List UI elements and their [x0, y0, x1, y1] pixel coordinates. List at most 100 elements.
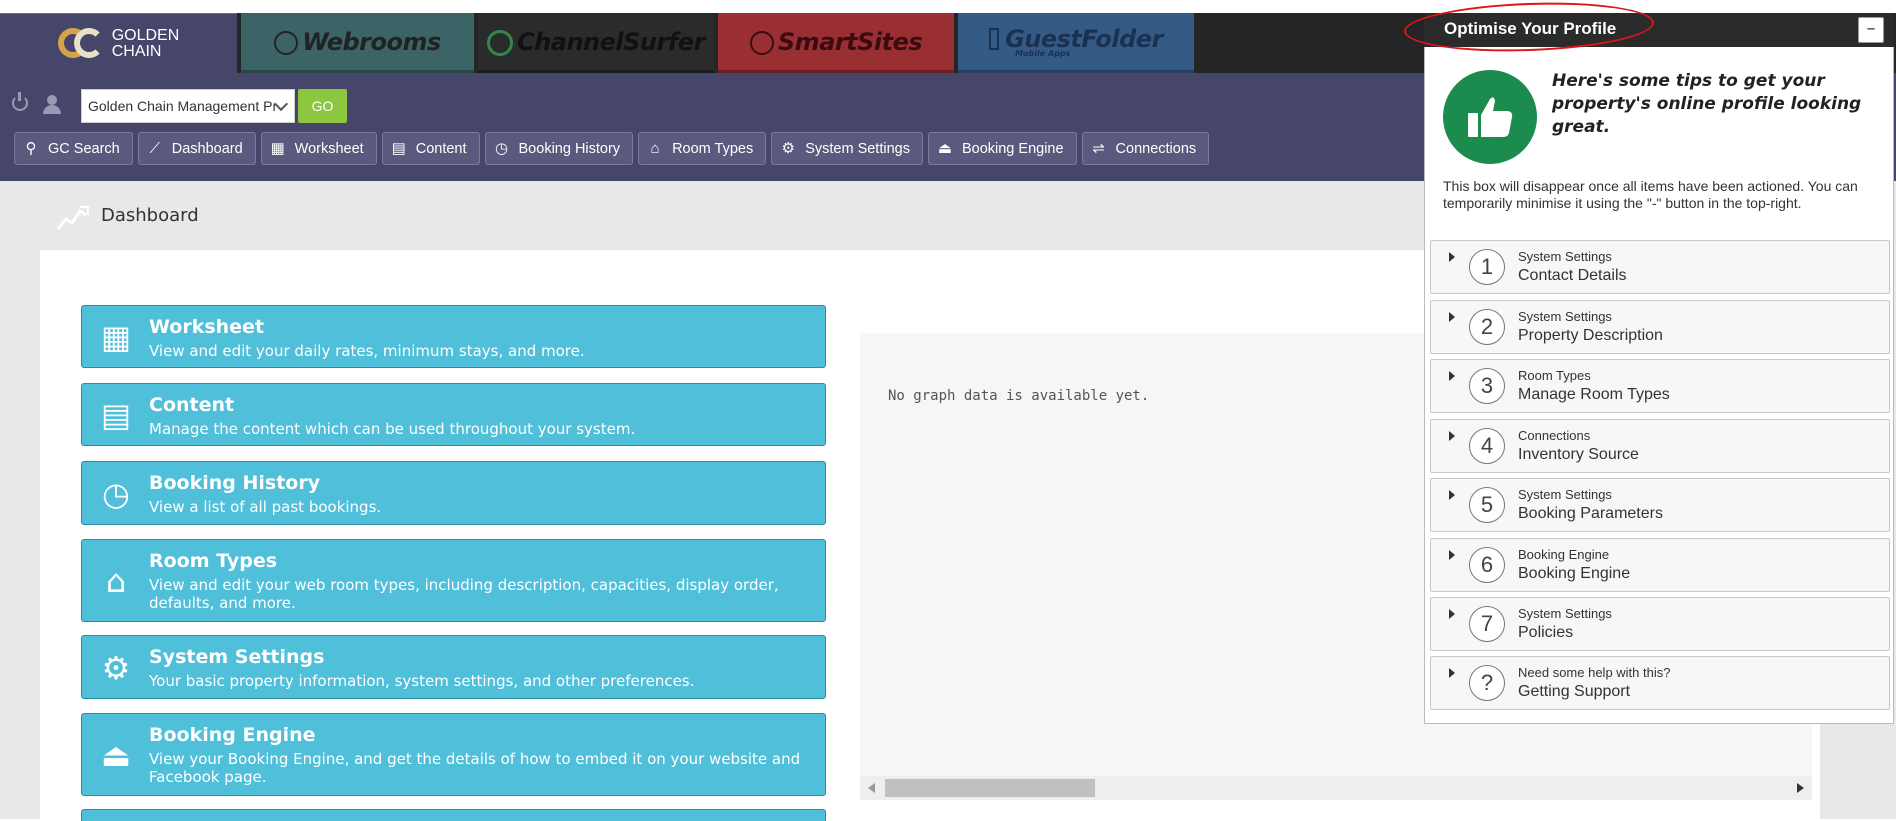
tile-title: Booking History — [149, 472, 321, 494]
product-tab-channelsurfer[interactable]: ChannelSurfer — [478, 13, 714, 73]
step-item[interactable]: 7 System Settings Policies — [1430, 597, 1890, 651]
expand-caret-icon — [1449, 431, 1455, 441]
tile-title: Content — [149, 394, 235, 416]
tile-content[interactable]: ▤ Content Manage the content which can b… — [81, 383, 826, 446]
scroll-thumb[interactable] — [885, 779, 1095, 797]
nav-booking-engine[interactable]: ⏏ Booking Engine — [927, 132, 1077, 165]
step-label: Property Description — [1518, 327, 1663, 344]
step-category: Need some help with this? — [1518, 665, 1671, 680]
nav-worksheet-label: Worksheet — [294, 140, 364, 157]
thumbs-up-icon — [1443, 70, 1537, 164]
page-title: Dashboard — [101, 205, 199, 226]
nav-connections[interactable]: ⇌ Connections — [1081, 132, 1210, 165]
step-item[interactable]: 4 Connections Inventory Source — [1430, 419, 1890, 473]
tile-room-types[interactable]: ⌂ Room Types View and edit your web room… — [81, 539, 826, 622]
nav-booking-history[interactable]: ◷ Booking History — [484, 132, 634, 165]
go-button[interactable]: GO — [298, 89, 347, 123]
product-tab-webrooms-label: Webrooms — [302, 27, 441, 56]
guestfolder-logo-icon — [989, 28, 1000, 50]
connection-icon: ⇌ — [1092, 139, 1105, 157]
dashboard-chart-icon — [56, 206, 89, 230]
nav-worksheet[interactable]: ▦ Worksheet — [260, 132, 377, 165]
step-category: System Settings — [1518, 606, 1612, 621]
nav-buttons: ⚲ GC Search ⟋ Dashboard ▦ Worksheet ▤ Conten… — [14, 132, 1210, 166]
search-icon: ⚲ — [25, 139, 37, 157]
step-item[interactable]: 3 Room Types Manage Room Types — [1430, 359, 1890, 413]
nav-system-settings[interactable]: ⚙ System Settings — [771, 132, 923, 165]
nav-content[interactable]: ▤ Content — [381, 132, 480, 165]
tips-heading: Here's some tips to get your property's … — [1552, 71, 1862, 137]
golden-chain-logo-icon — [57, 25, 106, 63]
step-number: 4 — [1469, 428, 1505, 464]
product-tab-smartsites[interactable]: SmartSites — [718, 13, 954, 73]
expand-caret-icon — [1449, 668, 1455, 678]
product-tab-webrooms[interactable]: Webrooms — [241, 13, 474, 73]
step-number: ? — [1469, 665, 1505, 701]
step-label: Policies — [1518, 624, 1574, 641]
property-select-value: Golden Chain Management Pr — [88, 98, 278, 114]
smartsites-logo-icon — [749, 30, 774, 55]
step-item[interactable]: 5 System Settings Booking Parameters — [1430, 478, 1890, 532]
house-icon: ⌂ — [650, 139, 660, 157]
product-tab-guestfolder[interactable]: GuestFolder Mobile Apps — [958, 13, 1194, 73]
nav-room-types[interactable]: ⌂ Room Types — [638, 132, 767, 165]
chart-line-icon: ⟋ — [149, 139, 160, 157]
nav-room-types-label: Room Types — [672, 140, 754, 157]
tile-system-settings[interactable]: ⚙ System Settings Your basic property in… — [81, 635, 826, 699]
product-tab-golden-chain[interactable]: GOLDEN CHAIN — [0, 13, 237, 73]
step-category: System Settings — [1518, 309, 1612, 324]
channelsurfer-logo-icon — [487, 29, 514, 56]
step-item[interactable]: ? Need some help with this? Getting Supp… — [1430, 656, 1890, 710]
power-icon[interactable] — [12, 92, 28, 111]
step-category: System Settings — [1518, 487, 1612, 502]
step-category: System Settings — [1518, 249, 1612, 264]
golden-chain-logo-line1: GOLDEN — [111, 26, 180, 44]
tips-note: This box will disappear once all items h… — [1443, 178, 1858, 211]
tile-desc: Manage the content which can be used thr… — [149, 420, 636, 438]
grid-icon: ▦ — [100, 318, 132, 356]
expand-caret-icon — [1449, 550, 1455, 560]
step-number: 7 — [1469, 606, 1505, 642]
tile-desc: View and edit your web room types, inclu… — [149, 576, 779, 612]
step-label: Contact Details — [1518, 267, 1627, 284]
history-icon: ◷ — [494, 139, 509, 157]
scroll-right-arrow-icon[interactable] — [1797, 783, 1804, 793]
step-category: Booking Engine — [1518, 547, 1610, 562]
product-tab-smartsites-label: SmartSites — [777, 27, 923, 56]
nav-dashboard-label: Dashboard — [171, 140, 243, 157]
gear-icon: ⚙ — [781, 139, 795, 157]
tile-connections[interactable] — [81, 809, 826, 821]
tile-desc: Your basic property information, system … — [149, 672, 695, 690]
tile-desc: View your Booking Engine, and get the de… — [149, 750, 801, 786]
document-icon: ▤ — [391, 139, 406, 157]
nav-booking-history-label: Booking History — [518, 140, 621, 157]
tile-desc: View and edit your daily rates, minimum … — [149, 342, 585, 360]
document-icon: ▤ — [100, 396, 132, 434]
step-item[interactable]: 2 System Settings Property Description — [1430, 300, 1890, 354]
tile-booking-history[interactable]: ◷ Booking History View a list of all pas… — [81, 461, 826, 525]
house-icon: ⌂ — [105, 562, 127, 600]
minimise-button[interactable]: – — [1858, 17, 1884, 43]
expand-caret-icon — [1449, 312, 1455, 322]
left-gutter — [0, 250, 40, 819]
scroll-left-arrow-icon[interactable] — [868, 783, 875, 793]
golden-chain-logo-line2: CHAIN — [111, 42, 162, 60]
nav-connections-label: Connections — [1115, 140, 1197, 157]
nav-dashboard[interactable]: ⟋ Dashboard — [137, 132, 256, 165]
step-label: Booking Engine — [1518, 565, 1631, 582]
tile-worksheet[interactable]: ▦ Worksheet View and edit your daily rat… — [81, 305, 826, 368]
tile-booking-engine[interactable]: ⏏ Booking Engine View your Booking Engin… — [81, 713, 826, 796]
step-number: 1 — [1469, 249, 1505, 285]
gear-icon: ⚙ — [101, 649, 131, 687]
tile-title: System Settings — [149, 646, 325, 668]
property-select[interactable]: Golden Chain Management Pr — [81, 89, 295, 123]
step-item[interactable]: 1 System Settings Contact Details — [1430, 240, 1890, 294]
bell-icon: ⏏ — [100, 736, 132, 774]
user-icon[interactable] — [42, 95, 62, 115]
step-number: 5 — [1469, 487, 1505, 523]
step-item[interactable]: 6 Booking Engine Booking Engine — [1430, 538, 1890, 592]
step-number: 2 — [1469, 309, 1505, 345]
nav-system-settings-label: System Settings — [805, 140, 910, 157]
webrooms-logo-icon — [274, 30, 299, 55]
nav-gc-search[interactable]: ⚲ GC Search — [14, 132, 133, 165]
